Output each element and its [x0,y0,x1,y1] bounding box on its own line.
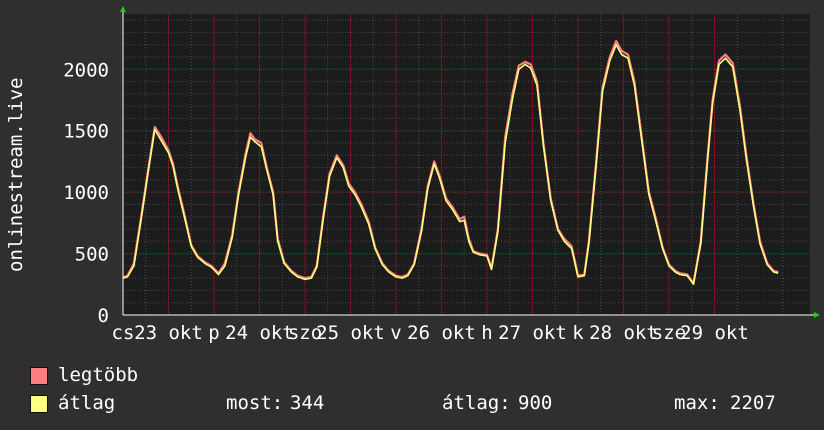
stat-max-label: max: [674,392,720,414]
y-tick-label: 1500 [63,121,109,143]
x-tick-label: 29 okt [680,322,749,344]
x-tick-label: v [390,322,401,344]
x-tick-label: 23 okt [134,322,203,344]
y-tick-label: 0 [98,305,109,327]
legend-label-avg: átlag [58,392,116,414]
x-tick-label: 25 okt [316,322,385,344]
stat-now-label: most: [226,392,284,414]
x-tick-label: p [208,322,219,344]
x-tick-label: 26 okt [407,322,476,344]
x-axis-arrow [814,312,820,318]
x-tick-label: 28 okt [589,322,658,344]
stat-max-value: 2207 [730,392,776,414]
stat-avg-label: átlag: [442,392,511,414]
y-tick-labels: 0 500 1000 1500 2000 [63,59,109,327]
legend: legtöbb átlag most: 344 átlag: 900 max: … [30,362,810,422]
x-tick-label: k [572,322,584,344]
legend-label-max: legtöbb [58,364,139,386]
y-axis-label: onlinestream.live [5,78,27,272]
stat-now-value: 344 [290,392,325,414]
legend-swatch-max [30,367,48,385]
y-axis-arrow [120,6,126,12]
x-tick-label: cs [112,322,135,344]
x-tick-label: 27 okt [498,322,567,344]
legend-swatch-avg [30,395,48,413]
x-tick-label: 24 okt [225,322,294,344]
y-tick-label: 1000 [63,182,109,204]
y-tick-label: 2000 [63,59,109,81]
y-tick-label: 500 [75,244,109,266]
stat-avg-value: 900 [518,392,553,414]
x-tick-labels: cs 23 okt p 24 oktszo25 okt v 26 okt h 27 okt k 2… [112,322,749,344]
x-tick-label: h [481,322,492,344]
